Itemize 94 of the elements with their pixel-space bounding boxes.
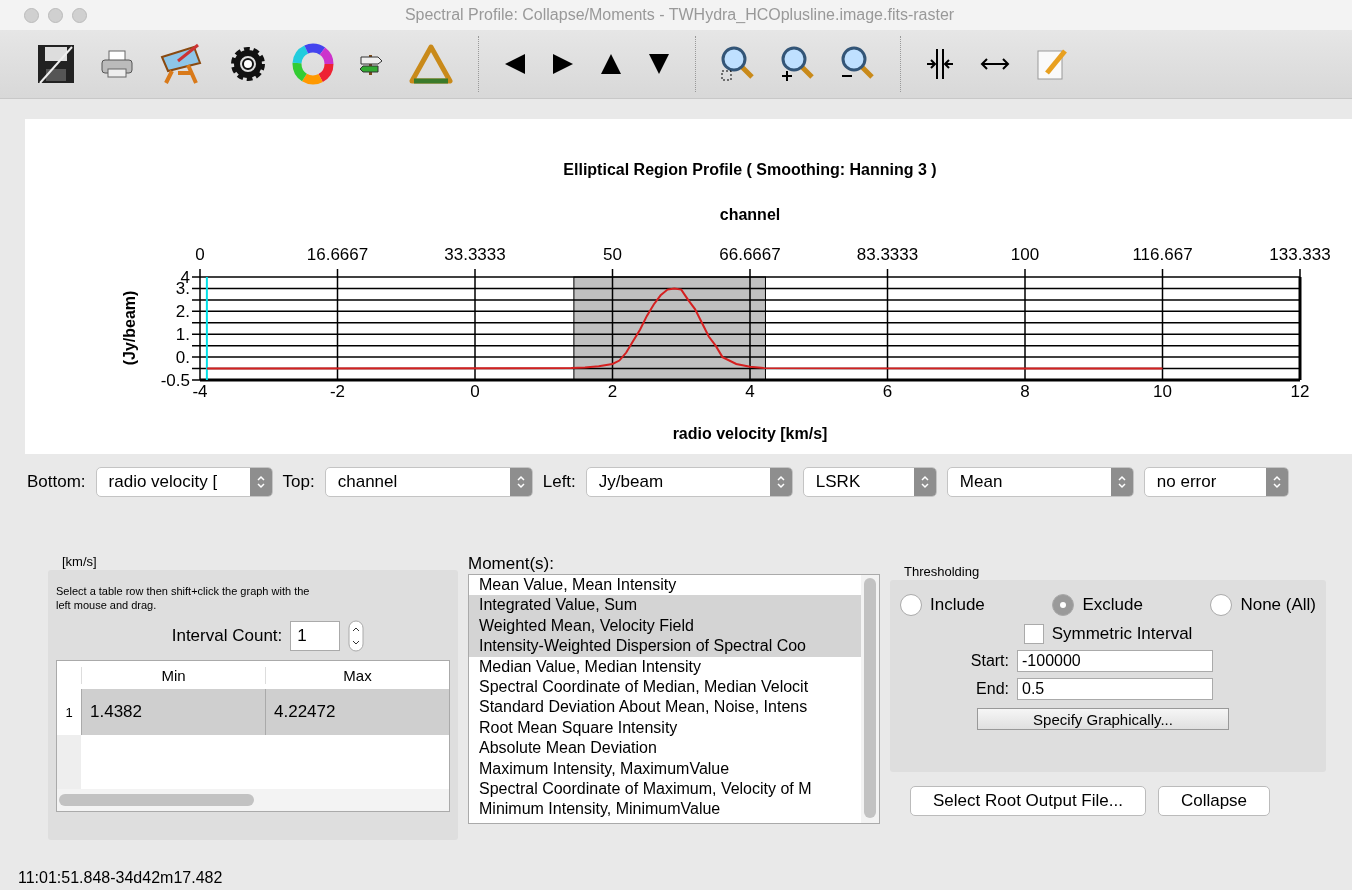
- tick-label: 33.3333: [444, 245, 506, 264]
- left-arrow-icon[interactable]: [503, 52, 527, 76]
- table-cell[interactable]: 4.22472: [265, 689, 449, 735]
- column-header[interactable]: Min: [81, 666, 265, 684]
- list-item[interactable]: Standard Deviation About Mean, Noise, Intens: [469, 697, 861, 718]
- dropdown[interactable]: Jy/beam: [585, 467, 793, 497]
- list-item[interactable]: Root Mean Square Intensity: [469, 717, 861, 739]
- field-label: Left:: [542, 472, 576, 492]
- tick-label: 12: [1290, 382, 1310, 401]
- field-label: Top:: [282, 472, 315, 492]
- tick-label: 116.667: [1132, 245, 1193, 264]
- tick-label: 2: [607, 382, 618, 401]
- tick-label: 10: [1153, 382, 1172, 401]
- tick-label: 2.: [175, 302, 190, 322]
- zoom-in-icon[interactable]: [780, 45, 816, 83]
- tick-label: -0.5: [160, 371, 190, 390]
- dropdown[interactable]: Mean: [946, 467, 1134, 497]
- up-arrow-icon[interactable]: [599, 52, 623, 76]
- tick-label: 16.6667: [306, 245, 369, 264]
- window-title: Spectral Profile: Collapse/Moments - TWHydra_HCOplusline.image.fits-raster: [403, 6, 956, 24]
- chevron-icon: [775, 474, 786, 490]
- start-field[interactable]: -100000: [1017, 650, 1213, 672]
- tick-label: 0: [195, 245, 205, 264]
- list-item[interactable]: Maximum Intensity, MaximumValue: [469, 758, 861, 780]
- field-label: End:: [975, 680, 1009, 698]
- push-button[interactable]: Collapse: [1157, 786, 1271, 816]
- interval-count-field[interactable]: 1: [290, 621, 341, 651]
- list-item[interactable]: Spectral Coordinate of Maximum, Velocity of M: [469, 779, 861, 800]
- tick-label: -4: [192, 382, 208, 401]
- chevron-icon: [515, 474, 526, 490]
- list-label: Moment(s):: [468, 554, 555, 574]
- list-item[interactable]: Minimum Intensity, MinimumValue: [469, 799, 861, 820]
- scrollbar-thumb[interactable]: [59, 794, 254, 806]
- chart-title: Elliptical Region Profile ( Smoothing: Hanning 3 ): [563, 161, 937, 178]
- triangle-icon[interactable]: [408, 43, 454, 85]
- tick-label: 83.3333: [856, 245, 919, 264]
- list-item[interactable]: Integrated Value, Sum: [469, 595, 861, 616]
- chevron-icon: [919, 474, 930, 490]
- chevron-icon: [1271, 474, 1282, 490]
- dropdown[interactable]: LSRK: [802, 467, 937, 497]
- tick-label: -2: [329, 382, 346, 401]
- end-field[interactable]: 0.5: [1017, 678, 1213, 700]
- field-label: Start:: [969, 652, 1009, 670]
- column-header[interactable]: Max: [265, 666, 449, 684]
- printer-icon[interactable]: [100, 49, 134, 79]
- horizontal-arrows-icon[interactable]: [979, 56, 1011, 72]
- row-number: 1: [64, 703, 74, 722]
- down-arrow-icon[interactable]: [647, 52, 671, 76]
- dropdown[interactable]: no error: [1143, 467, 1289, 497]
- specify-graphically-button[interactable]: Specify Graphically...: [977, 708, 1229, 730]
- scrollbar-thumb[interactable]: [864, 578, 876, 818]
- zoom-to-box-icon[interactable]: [720, 45, 756, 83]
- group-title: [km/s]: [61, 554, 98, 570]
- list-item[interactable]: Spectral Coordinate of Median, Median Velocit: [469, 677, 861, 698]
- list-item[interactable]: Mean Value, Mean Intensity: [469, 575, 861, 596]
- color-wheel-icon[interactable]: [292, 43, 334, 85]
- split-marker-icon[interactable]: [925, 47, 955, 81]
- tick-label: 100: [1010, 245, 1040, 264]
- group-title: Thresholding: [903, 564, 981, 580]
- drafting-table-icon[interactable]: [158, 43, 204, 85]
- radio-option[interactable]: Include: [900, 594, 985, 616]
- list-item[interactable]: Intensity-Weighted Dispersion of Spectral Coo: [469, 636, 861, 657]
- tick-label: 66.6667: [719, 245, 781, 264]
- tick-label: 133.333: [1269, 245, 1331, 264]
- tick-label: 1.: [175, 325, 190, 345]
- tick-label: 6: [882, 382, 893, 401]
- field-label: Interval Count:: [171, 626, 283, 646]
- tick-label: 50: [603, 245, 622, 264]
- list-item[interactable]: Absolute Mean Deviation: [469, 738, 861, 759]
- tick-label: 8: [1020, 382, 1030, 401]
- axis-title: channel: [719, 206, 781, 223]
- right-arrow-icon[interactable]: [551, 52, 575, 76]
- status-text: 11:01:51.848-34d42m17.482: [17, 868, 224, 887]
- list-item[interactable]: Weighted Mean, Velocity Field: [469, 615, 861, 637]
- spin-arrows-icon[interactable]: [348, 620, 365, 652]
- tick-label: 0: [470, 382, 480, 401]
- tick-label: 0.: [175, 348, 190, 368]
- chevron-icon: [1116, 474, 1127, 490]
- axis-title: (Jy/beam): [121, 290, 138, 366]
- dropdown[interactable]: channel: [324, 467, 533, 497]
- radio-option[interactable]: Exclude: [1052, 594, 1143, 616]
- radio-option[interactable]: None (All): [1210, 594, 1316, 616]
- tick-label: 4: [745, 382, 755, 401]
- settings-icon[interactable]: [228, 44, 268, 84]
- hint-text: Select a table row then shift+click the graph with the left mouse and drag.: [56, 584, 311, 612]
- chevron-icon: [255, 474, 266, 490]
- axis-title: radio velocity [km/s]: [672, 425, 828, 442]
- field-label: Bottom:: [27, 472, 86, 492]
- push-button[interactable]: Select Root Output File...: [910, 786, 1146, 816]
- save-icon[interactable]: [36, 43, 76, 85]
- symmetric-interval-checkbox[interactable]: Symmetric Interval: [1023, 624, 1193, 644]
- list-item[interactable]: Median Value, Median Intensity: [469, 656, 861, 678]
- dropdown[interactable]: radio velocity [: [95, 467, 273, 497]
- table-cell[interactable]: 1.4382: [81, 689, 265, 735]
